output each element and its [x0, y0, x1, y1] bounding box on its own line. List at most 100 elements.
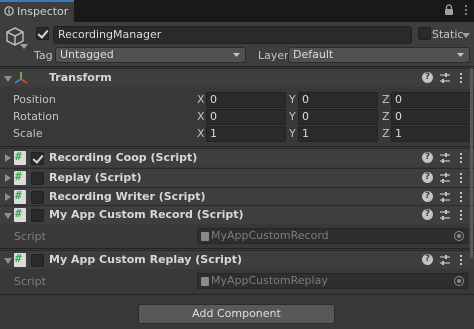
component-title: My App Custom Replay (Script): [49, 253, 243, 266]
axis-z-label: Z: [382, 110, 390, 123]
axis-y-label: Y: [289, 110, 296, 123]
component-header[interactable]: Replay (Script) ?: [0, 168, 474, 187]
script-reference-field: MyAppCustomReplay: [197, 273, 468, 289]
object-picker-icon[interactable]: [454, 231, 464, 241]
sliders-icon[interactable]: [439, 191, 451, 203]
sliders-icon[interactable]: [439, 172, 451, 184]
component-header-icons: ?: [422, 152, 468, 165]
component-header[interactable]: Recording Coop (Script) ?: [0, 148, 474, 167]
component-title: Replay (Script): [49, 171, 142, 184]
axis-x-label: X: [197, 110, 205, 123]
chevron-down-icon: [457, 53, 464, 57]
help-icon[interactable]: ?: [422, 72, 433, 83]
component-enabled-checkbox[interactable]: [31, 172, 44, 185]
lock-icon[interactable]: [442, 3, 456, 17]
component-header[interactable]: My App Custom Record (Script) ?: [0, 205, 474, 224]
script-asset-icon: [201, 277, 209, 286]
sliders-icon[interactable]: [439, 152, 451, 164]
position-label: Position: [13, 93, 56, 106]
rotation-z-field[interactable]: 0: [391, 109, 471, 125]
axis-z-label: Z: [382, 93, 390, 106]
help-icon[interactable]: ?: [422, 191, 433, 202]
foldout-arrow[interactable]: [4, 258, 12, 264]
layer-dropdown[interactable]: Default: [288, 47, 470, 63]
kebab-menu-icon[interactable]: [459, 172, 463, 184]
tab-menu-icon[interactable]: [461, 3, 471, 17]
object-name-input[interactable]: RecordingManager: [53, 26, 412, 44]
component-header-icons: ?: [422, 191, 468, 204]
layer-value: Default: [293, 48, 334, 61]
position-x-field[interactable]: 0: [206, 92, 286, 108]
script-icon: [14, 170, 26, 185]
help-icon[interactable]: ?: [422, 152, 433, 163]
chevron-down-icon[interactable]: [20, 44, 28, 49]
script-icon: [14, 252, 26, 267]
script-icon: [14, 150, 26, 165]
component-enabled-checkbox[interactable]: [31, 191, 44, 204]
static-dropdown-icon[interactable]: [462, 33, 470, 38]
kebab-menu-icon[interactable]: [459, 209, 463, 221]
help-icon[interactable]: ?: [422, 254, 433, 265]
position-z-field[interactable]: 0: [391, 92, 471, 108]
component-header[interactable]: Recording Writer (Script) ?: [0, 187, 474, 206]
help-icon[interactable]: ?: [422, 172, 433, 183]
help-icon[interactable]: ?: [422, 209, 433, 220]
foldout-arrow[interactable]: [5, 174, 11, 182]
script-reference-value: MyAppCustomReplay: [211, 274, 328, 287]
foldout-arrow[interactable]: [4, 213, 12, 219]
scale-z-field[interactable]: 1: [391, 126, 471, 142]
tab-bar: Inspector: [0, 0, 474, 22]
divider: [0, 294, 474, 295]
tab-label: Inspector: [17, 5, 69, 18]
add-component-button[interactable]: Add Component: [138, 304, 335, 324]
script-reference-field: MyAppCustomRecord: [197, 228, 468, 244]
sliders-icon[interactable]: [439, 209, 451, 221]
position-y-field[interactable]: 0: [298, 92, 378, 108]
script-label: Script: [14, 230, 46, 243]
scrollbar[interactable]: [470, 68, 473, 258]
component-enabled-checkbox[interactable]: [31, 152, 44, 165]
component-enabled-checkbox[interactable]: [31, 209, 44, 222]
foldout-arrow[interactable]: [4, 76, 12, 82]
static-checkbox[interactable]: [418, 27, 431, 40]
component-header[interactable]: My App Custom Replay (Script) ?: [0, 250, 474, 269]
kebab-menu-icon[interactable]: [459, 191, 463, 203]
script-icon: [14, 189, 26, 204]
component-header-icons: ?: [422, 254, 468, 267]
component-enabled-checkbox[interactable]: [31, 254, 44, 267]
transform-title: Transform: [49, 71, 112, 84]
component-title: Recording Writer (Script): [49, 190, 206, 203]
transform-gizmo-icon: [14, 72, 28, 84]
chevron-down-icon: [233, 53, 240, 57]
axis-y-label: Y: [289, 93, 296, 106]
tab-inspector[interactable]: Inspector: [0, 0, 74, 22]
component-title: Recording Coop (Script): [49, 151, 198, 164]
tag-dropdown[interactable]: Untagged: [55, 47, 246, 63]
scale-y-field[interactable]: 1: [298, 126, 378, 142]
rotation-x-field[interactable]: 0: [206, 109, 286, 125]
info-icon: [4, 6, 14, 16]
sliders-icon[interactable]: [439, 254, 451, 266]
divider: [0, 248, 474, 249]
sliders-icon[interactable]: [439, 72, 451, 84]
active-checkbox[interactable]: [36, 27, 49, 40]
scale-x-field[interactable]: 1: [206, 126, 286, 142]
rotation-y-field[interactable]: 0: [298, 109, 378, 125]
divider: [0, 146, 474, 147]
object-picker-icon[interactable]: [454, 276, 464, 286]
kebab-menu-icon[interactable]: [459, 72, 463, 84]
kebab-menu-icon[interactable]: [459, 152, 463, 164]
foldout-arrow[interactable]: [5, 154, 11, 162]
rotation-label: Rotation: [13, 110, 60, 123]
transform-header[interactable]: Transform ?: [0, 68, 474, 87]
script-asset-icon: [201, 232, 209, 241]
object-header: RecordingManager Static Tag Untagged Lay…: [0, 22, 474, 67]
tag-value: Untagged: [60, 48, 114, 61]
foldout-arrow[interactable]: [5, 193, 11, 201]
axis-x-label: X: [197, 127, 205, 140]
kebab-menu-icon[interactable]: [459, 254, 463, 266]
component-header-icons: ?: [422, 72, 468, 85]
script-reference-value: MyAppCustomRecord: [211, 229, 329, 242]
component-header-icons: ?: [422, 172, 468, 185]
axis-x-label: X: [197, 93, 205, 106]
